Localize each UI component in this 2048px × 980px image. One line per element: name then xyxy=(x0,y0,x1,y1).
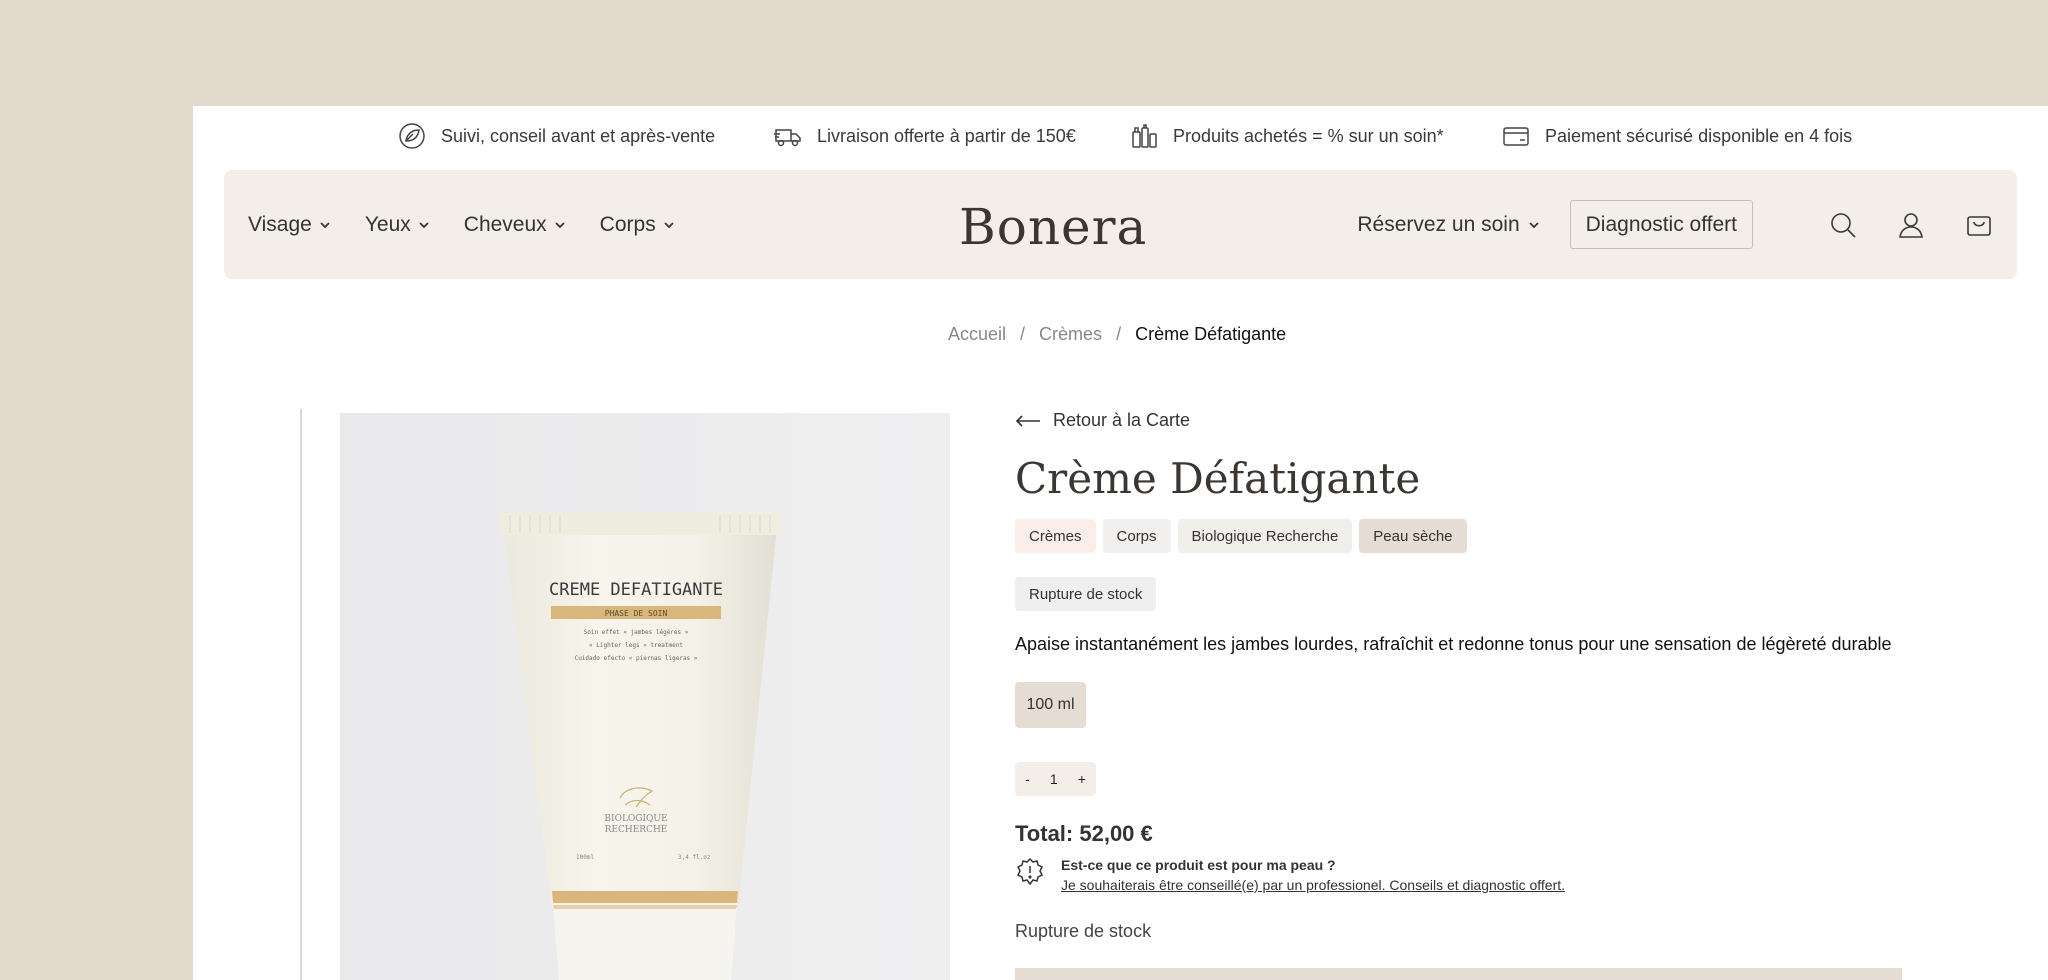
nav-item-label: Visage xyxy=(248,212,312,236)
search-icon xyxy=(1831,212,1856,238)
announcement-support: Suivi, conseil avant et après-vente xyxy=(397,106,715,166)
tag-peau-seche[interactable]: Peau sèche xyxy=(1359,519,1467,553)
products-icon xyxy=(1132,124,1157,148)
breadcrumb-separator: / xyxy=(1020,324,1026,344)
tube-line: « Lighter legs » treatment xyxy=(589,642,683,649)
tube-line: Soin effet « jambes légères » xyxy=(584,629,689,636)
tube-band: PHASE DE SOIN xyxy=(605,609,668,618)
breadcrumb-separator: / xyxy=(1116,324,1122,344)
tube-brand: BIOLOGIQUE xyxy=(604,814,667,824)
announcement-payment: Paiement sécurisé disponible en 4 fois xyxy=(1501,106,1852,166)
product-tube-illustration: CREME DEFATIGANTE PHASE DE SOIN Soin eff… xyxy=(340,413,950,980)
diagnostic-button[interactable]: Diagnostic offert xyxy=(1569,200,1753,249)
quantity-value[interactable]: 1 xyxy=(1050,771,1058,787)
quantity-increment-button[interactable]: + xyxy=(1078,771,1086,787)
announcement-support-label: Suivi, conseil avant et après-vente xyxy=(441,125,716,146)
tube-volume-oz: 3,4 fl.oz xyxy=(678,854,711,861)
page-container: Suivi, conseil avant et après-vente Livr… xyxy=(193,106,2048,980)
gallery-thumbnail-rail[interactable] xyxy=(300,409,302,980)
reserve-dropdown[interactable]: Réservez un soin xyxy=(1357,213,1539,237)
stock-badge: Rupture de stock xyxy=(1015,577,1157,611)
breadcrumb-current: Crème Défatigante xyxy=(1135,324,1287,344)
tag-cremes[interactable]: Crèmes xyxy=(1015,519,1096,553)
product-title: Crème Défatigante xyxy=(1015,454,1421,503)
back-to-menu-link[interactable]: Retour à la Carte xyxy=(1015,410,1190,431)
nav-item-yeux[interactable]: Yeux xyxy=(365,213,430,237)
breadcrumb: Accueil / Crèmes / Crème Défatigante xyxy=(948,324,1286,345)
total-price: Total: 52,00 € xyxy=(1015,821,1153,846)
product-tags: Crèmes Corps Biologique Recherche Peau s… xyxy=(1015,519,1467,553)
stock-status: Rupture de stock xyxy=(1015,921,1152,941)
main-header: Visage Yeux Cheveux Corps Bonera Réserve… xyxy=(224,170,2017,279)
tube-brand: RECHERCHE xyxy=(605,825,668,835)
announcement-payment-label: Paiement sécurisé disponible en 4 fois xyxy=(1545,125,1853,146)
tag-corps[interactable]: Corps xyxy=(1102,519,1171,553)
delivery-truck-icon xyxy=(774,129,801,147)
cart-icon xyxy=(1967,215,1991,236)
nav-item-label: Cheveux xyxy=(463,212,547,236)
account-icon xyxy=(1899,212,1923,238)
announcement-bar: Suivi, conseil avant et après-vente Livr… xyxy=(193,106,2048,166)
announcement-products-label: Produits achetés = % sur un soin* xyxy=(1173,125,1444,146)
header-actions: Réservez un soin Diagnostic offert xyxy=(1357,170,1993,279)
arrow-left-icon xyxy=(1015,414,1040,427)
alert-badge-icon xyxy=(1016,857,1044,886)
cart-button[interactable] xyxy=(1965,211,1993,239)
reserve-label: Réservez un soin xyxy=(1357,212,1520,236)
breadcrumb-home[interactable]: Accueil xyxy=(948,324,1006,345)
back-label: Retour à la Carte xyxy=(1053,410,1191,430)
tube-volume: 100ml xyxy=(576,854,594,861)
advice-question: Est-ce que ce produit est pour ma peau ? xyxy=(1061,857,1336,873)
quantity-decrement-button[interactable]: - xyxy=(1025,771,1030,787)
brand-logo[interactable]: Bonera xyxy=(959,198,1147,256)
advice-text: Est-ce que ce produit est pour ma peau ?… xyxy=(1061,855,1565,895)
product-image[interactable]: CREME DEFATIGANTE PHASE DE SOIN Soin eff… xyxy=(340,413,950,980)
nav-item-visage[interactable]: Visage xyxy=(248,213,331,237)
tube-line: Cuidado efecto « piernas ligeras » xyxy=(575,655,698,662)
nav-item-label: Corps xyxy=(599,212,656,236)
chevron-down-icon xyxy=(419,221,429,228)
support-leaf-icon xyxy=(399,123,425,149)
nav-item-cheveux[interactable]: Cheveux xyxy=(464,213,566,237)
announcement-delivery: Livraison offerte à partir de 150€ xyxy=(773,106,1076,166)
chevron-down-icon xyxy=(1529,221,1539,228)
chevron-down-icon xyxy=(320,221,330,228)
announcement-delivery-label: Livraison offerte à partir de 150€ xyxy=(817,125,1076,146)
quantity-stepper: - 1 + xyxy=(1015,762,1096,796)
add-to-cart-button[interactable] xyxy=(1015,968,1902,980)
chevron-down-icon xyxy=(664,221,674,228)
nav-item-label: Yeux xyxy=(364,212,411,236)
account-button[interactable] xyxy=(1897,211,1925,239)
search-button[interactable] xyxy=(1829,211,1857,239)
tag-biologique-recherche[interactable]: Biologique Recherche xyxy=(1177,519,1353,553)
announcement-products: Produits achetés = % sur un soin* xyxy=(1129,106,1444,166)
skin-advice: Est-ce que ce produit est pour ma peau ?… xyxy=(1015,855,1565,895)
advice-link[interactable]: Je souhaiterais être conseillé(e) par un… xyxy=(1061,877,1565,893)
main-nav: Visage Yeux Cheveux Corps xyxy=(248,170,675,279)
chevron-down-icon xyxy=(555,221,565,228)
card-payment-icon xyxy=(1503,127,1529,146)
size-option-100ml[interactable]: 100 ml xyxy=(1015,682,1086,728)
tube-title: CREME DEFATIGANTE xyxy=(549,580,723,600)
product-description: Apaise instantanément les jambes lourdes… xyxy=(1015,634,1892,654)
nav-item-corps[interactable]: Corps xyxy=(600,213,675,237)
breadcrumb-category[interactable]: Crèmes xyxy=(1039,324,1102,345)
